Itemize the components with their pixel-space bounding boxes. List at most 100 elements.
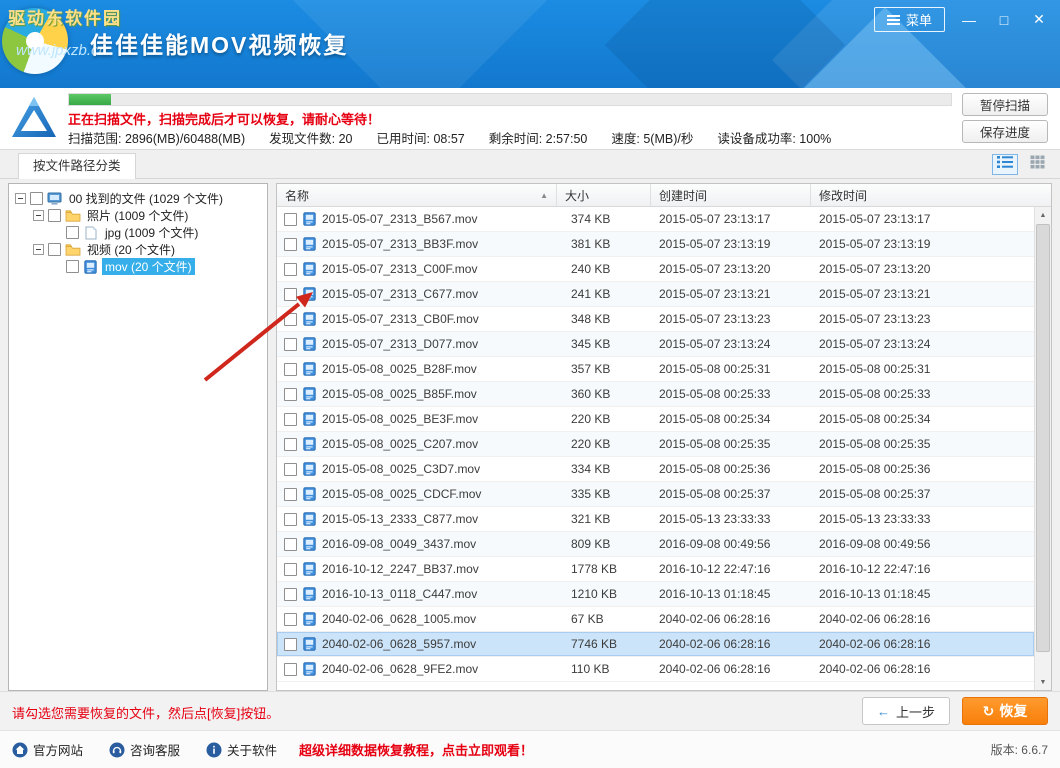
file-size: 381 KB	[557, 237, 651, 251]
vertical-scrollbar[interactable]: ▲ ▼	[1034, 207, 1051, 690]
column-header-size[interactable]: 大小	[557, 184, 651, 206]
recover-icon: ↻	[983, 703, 995, 720]
table-row[interactable]: 2015-05-08_0025_C207.mov220 KB2015-05-08…	[277, 432, 1034, 457]
footer-link-home[interactable]: 官方网站	[12, 740, 83, 759]
list-view-button[interactable]	[992, 154, 1018, 175]
scroll-up-button[interactable]: ▲	[1035, 207, 1051, 223]
table-row[interactable]: 2015-05-07_2313_CB0F.mov348 KB2015-05-07…	[277, 307, 1034, 332]
scan-stat: 剩余时间: 2:57:50	[489, 132, 588, 146]
row-checkbox[interactable]	[284, 263, 297, 276]
scroll-down-button[interactable]: ▼	[1035, 674, 1051, 690]
table-row[interactable]: 2015-05-08_0025_CDCF.mov 335 KB 2015-05-08…	[277, 482, 1034, 507]
tab-classify-by-path[interactable]: 按文件路径分类	[18, 153, 136, 179]
grid-view-button[interactable]	[1024, 154, 1050, 175]
column-header-created[interactable]: 创建时间	[651, 184, 811, 206]
table-row[interactable]: 2016-10-12_2247_BB37.mov1778 KB2016-10-1…	[277, 557, 1034, 582]
row-checkbox[interactable]	[284, 588, 297, 601]
tutorial-promo-link[interactable]: 超级详细数据恢复教程，点击立即观看！	[299, 740, 533, 759]
tree-checkbox[interactable]	[48, 209, 61, 222]
tree-item[interactable]: mov (20 个文件)	[9, 258, 267, 275]
table-row[interactable]: 2015-05-08_0025_BE3F.mov220 KB2015-05-08…	[277, 407, 1034, 432]
file-size: 335 KB	[557, 487, 651, 501]
table-row[interactable]: 2016-09-08_0049_3437.mov809 KB2016-09-08…	[277, 532, 1034, 557]
collapse-expander-icon[interactable]	[15, 193, 26, 204]
column-header-name[interactable]: 名称 ▲	[277, 184, 557, 206]
scrollbar-thumb[interactable]	[1036, 224, 1050, 652]
maximize-button[interactable]: □	[993, 12, 1015, 28]
sort-ascending-icon: ▲	[540, 191, 548, 200]
file-modified-time: 2040-02-06 06:28:16	[811, 662, 1034, 676]
file-name: 2015-05-07_2313_CB0F.mov	[322, 312, 479, 326]
table-row[interactable]: 2015-05-07_2313_C00F.mov240 KB2015-05-07…	[277, 257, 1034, 282]
table-row[interactable]: 2040-02-06_0628_1005.mov67 KB2040-02-06 …	[277, 607, 1034, 632]
file-name: 2016-10-12_2247_BB37.mov	[322, 562, 479, 576]
row-checkbox[interactable]	[284, 363, 297, 376]
back-button[interactable]: ← 上一步	[862, 697, 950, 725]
row-checkbox[interactable]	[284, 388, 297, 401]
row-checkbox[interactable]	[284, 538, 297, 551]
row-checkbox[interactable]	[284, 313, 297, 326]
row-checkbox[interactable]	[284, 213, 297, 226]
row-checkbox[interactable]	[284, 338, 297, 351]
file-created-time: 2015-05-13 23:33:33	[651, 512, 811, 526]
file-name: 2015-05-08_0025_C207.mov	[322, 437, 478, 451]
file-name: 2015-05-13_2333_C877.mov	[322, 512, 478, 526]
table-row[interactable]: 2015-05-07_2313_BB3F.mov381 KB2015-05-07…	[277, 232, 1034, 257]
tree-item[interactable]: jpg (1009 个文件)	[9, 224, 267, 241]
table-row[interactable]: 2015-05-08_0025_C3D7.mov334 KB2015-05-08…	[277, 457, 1034, 482]
row-checkbox[interactable]	[284, 613, 297, 626]
table-row[interactable]: 2015-05-08_0025_B85F.mov360 KB2015-05-08…	[277, 382, 1034, 407]
footer-link-about[interactable]: 关于软件	[206, 740, 277, 759]
file-modified-time: 2015-05-08 00:25:37	[811, 487, 1034, 501]
row-checkbox[interactable]	[284, 438, 297, 451]
table-row[interactable]: 2015-05-13_2333_C877.mov321 KB2015-05-13…	[277, 507, 1034, 532]
mov-file-icon	[303, 362, 316, 376]
tree-checkbox[interactable]	[48, 243, 61, 256]
row-checkbox[interactable]	[284, 638, 297, 651]
table-row[interactable]: 2040-02-06_0628_5957.mov7746 KB2040-02-0…	[277, 632, 1034, 657]
row-checkbox[interactable]	[284, 288, 297, 301]
row-checkbox[interactable]	[284, 463, 297, 476]
file-created-time: 2015-05-07 23:13:23	[651, 312, 811, 326]
column-header-modified[interactable]: 修改时间	[811, 184, 1051, 206]
file-name-cell: 2015-05-08_0025_CDCF.mov	[277, 487, 557, 501]
tree-item[interactable]: 00 找到的文件 (1029 个文件)	[9, 190, 267, 207]
recover-button[interactable]: ↻ 恢复	[962, 697, 1048, 725]
recover-button-label: 恢复	[999, 701, 1027, 721]
close-button[interactable]: ✕	[1028, 11, 1050, 28]
minimize-button[interactable]: —	[958, 12, 980, 28]
tree-checkbox[interactable]	[66, 226, 79, 239]
table-row[interactable]: 2015-05-07_2313_C677.mov241 KB2015-05-07…	[277, 282, 1034, 307]
scan-progress-bar	[68, 93, 952, 106]
save-progress-button[interactable]: 保存进度	[962, 120, 1048, 143]
row-checkbox[interactable]	[284, 663, 297, 676]
file-created-time: 2015-05-07 23:13:19	[651, 237, 811, 251]
table-row[interactable]: 2015-05-07_2313_D077.mov345 KB2015-05-07…	[277, 332, 1034, 357]
table-row[interactable]: 2016-10-13_0118_C447.mov1210 KB2016-10-1…	[277, 582, 1034, 607]
file-name: 2040-02-06_0628_9FE2.mov	[322, 662, 478, 676]
mov-file-icon	[303, 312, 316, 326]
row-checkbox[interactable]	[284, 413, 297, 426]
table-header: 名称 ▲ 大小 创建时间 修改时间	[277, 184, 1051, 207]
pause-scan-button[interactable]: 暂停扫描	[962, 93, 1048, 116]
tree-item[interactable]: 视频 (20 个文件)	[9, 241, 267, 258]
file-name-cell: 2015-05-08_0025_B85F.mov	[277, 387, 557, 401]
row-checkbox[interactable]	[284, 238, 297, 251]
file-name: 2015-05-08_0025_CDCF.mov	[322, 487, 481, 501]
table-row[interactable]: 2015-05-07_2313_B567.mov374 KB2015-05-07…	[277, 207, 1034, 232]
tree-item[interactable]: 照片 (1009 个文件)	[9, 207, 267, 224]
tree-checkbox[interactable]	[66, 260, 79, 273]
menu-button[interactable]: 菜单	[874, 7, 945, 32]
tree-item-label: 视频 (20 个文件)	[84, 241, 178, 258]
row-checkbox[interactable]	[284, 563, 297, 576]
row-checkbox[interactable]	[284, 513, 297, 526]
footer-link-support[interactable]: 咨询客服	[109, 740, 180, 759]
row-checkbox[interactable]	[284, 488, 297, 501]
collapse-expander-icon[interactable]	[33, 210, 44, 221]
table-row[interactable]: 2015-05-08_0025_B28F.mov357 KB2015-05-08…	[277, 357, 1034, 382]
collapse-expander-icon[interactable]	[33, 244, 44, 255]
mov-file-icon	[303, 587, 316, 601]
table-row[interactable]: 2040-02-06_0628_9FE2.mov110 KB2040-02-06…	[277, 657, 1034, 682]
scan-status-panel: 正在扫描文件，扫描完成后才可以恢复，请耐心等待！ 扫描范围: 2896(MB)/…	[0, 88, 1060, 150]
tree-checkbox[interactable]	[30, 192, 43, 205]
